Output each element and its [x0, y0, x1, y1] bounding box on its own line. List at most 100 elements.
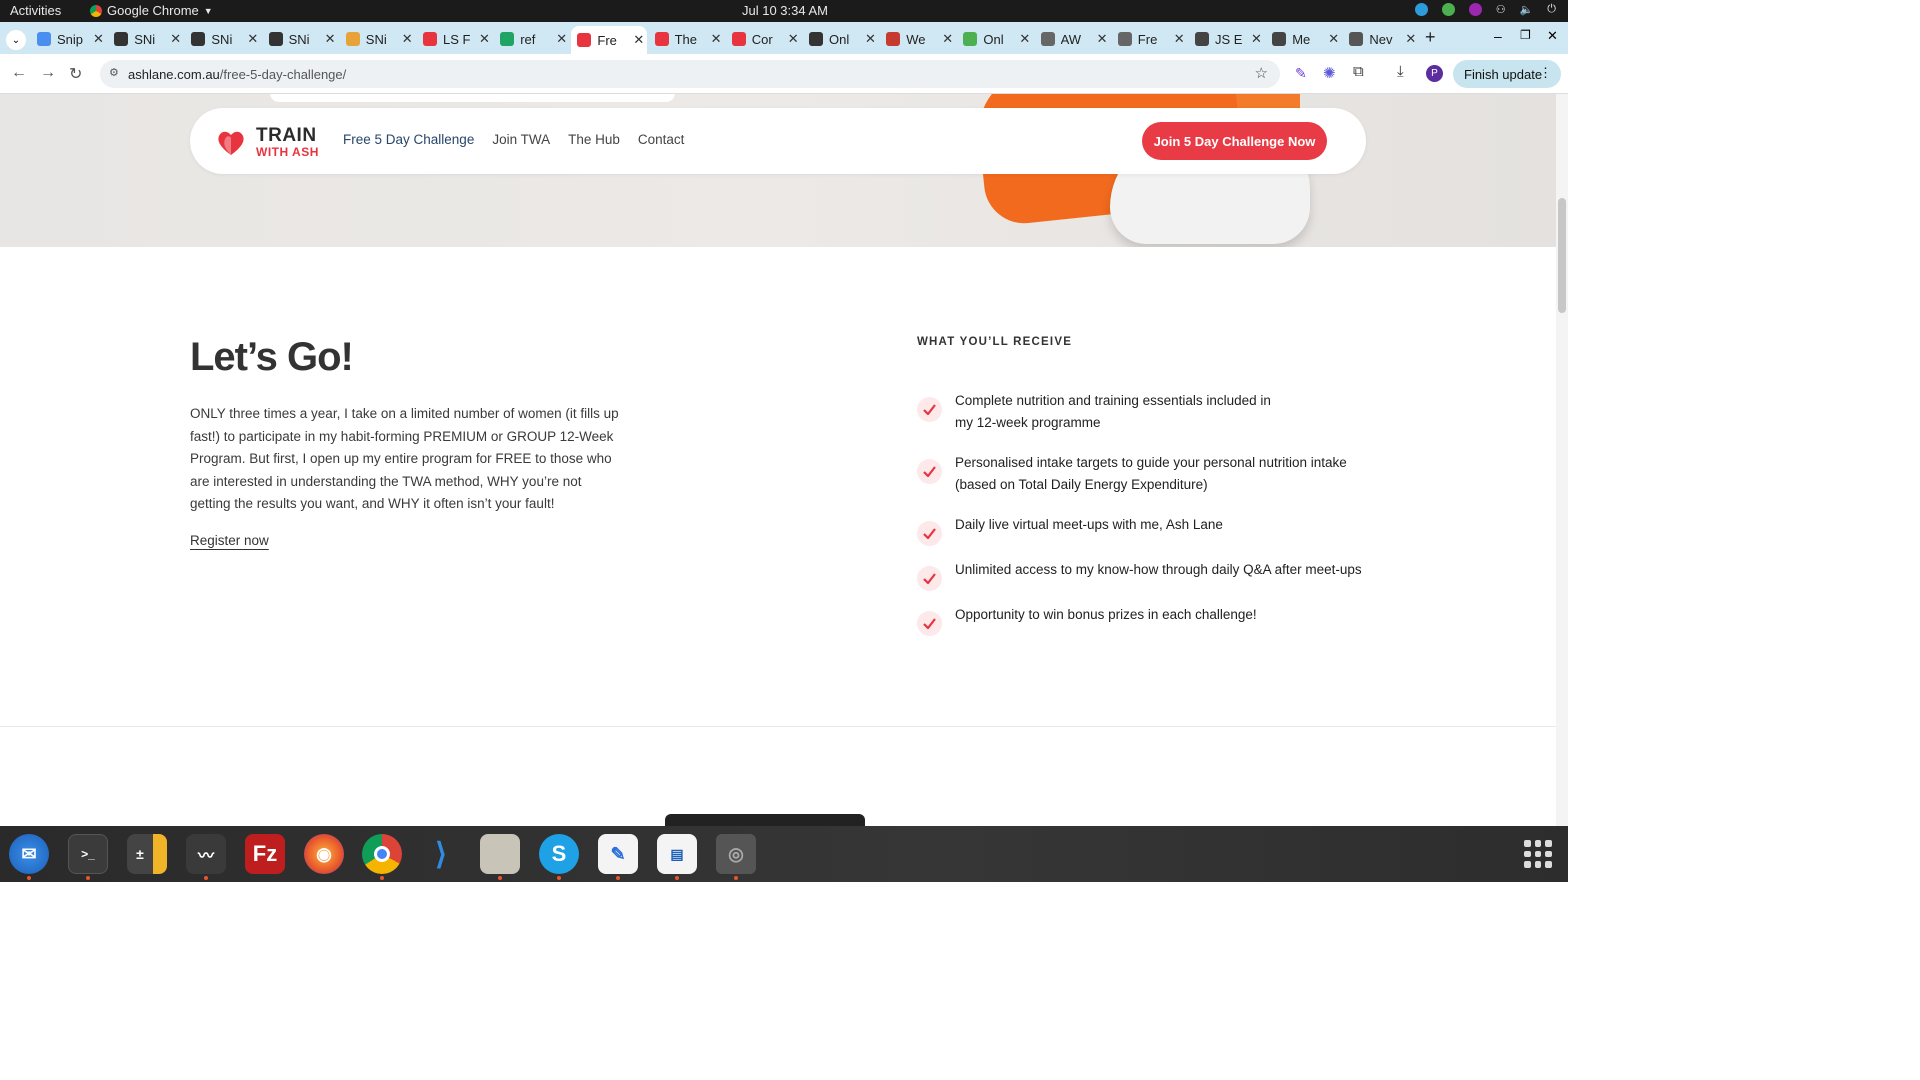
puzzle-icon[interactable]: ⧉: [1353, 63, 1364, 80]
nav-link-join-twa[interactable]: Join TWA: [492, 132, 550, 147]
system-tray[interactable]: ⚇ 🔈 ⏻: [1414, 3, 1556, 16]
site-info-icon[interactable]: ⚙: [109, 66, 119, 79]
tab-close-icon[interactable]: ✕: [170, 31, 181, 47]
join-challenge-button[interactable]: Join 5 Day Challenge Now: [1142, 122, 1327, 160]
back-icon[interactable]: ←: [11, 64, 27, 82]
browser-tab[interactable]: Onl ✕: [803, 26, 878, 52]
finish-update-button[interactable]: Finish update ⋮: [1453, 60, 1561, 88]
browser-tab[interactable]: SNi ✕: [108, 26, 183, 52]
tab-close-icon[interactable]: ✕: [711, 31, 722, 47]
tab-close-icon[interactable]: ✕: [93, 31, 104, 47]
tab-close-icon[interactable]: ✕: [942, 31, 953, 47]
running-indicator: [380, 876, 384, 880]
sync-icon[interactable]: [1414, 3, 1428, 16]
tab-favicon-icon: [345, 32, 360, 46]
tab-close-icon[interactable]: ✕: [1174, 31, 1185, 47]
browser-tab[interactable]: Cor ✕: [726, 26, 801, 52]
clock[interactable]: Jul 10 3:34 AM: [742, 3, 828, 18]
receive-item-text: Daily live virtual meet-ups with me, Ash…: [955, 517, 1223, 532]
tab-close-icon[interactable]: ✕: [788, 31, 799, 47]
power-icon[interactable]: ⏻: [1547, 3, 1556, 16]
browser-tab[interactable]: SNi ✕: [185, 26, 260, 52]
tab-search-icon[interactable]: ⌄: [6, 30, 26, 50]
nav-link-the-hub[interactable]: The Hub: [568, 132, 620, 147]
url-input[interactable]: ⚙ ashlane.com.au/free-5-day-challenge/ ☆: [100, 60, 1280, 88]
filezilla-icon[interactable]: Fz: [245, 834, 285, 874]
grid-dot: [1545, 840, 1552, 847]
skype-icon[interactable]: S: [539, 834, 579, 874]
tab-favicon-icon: [809, 32, 823, 46]
browser-tab[interactable]: ref ✕: [494, 26, 569, 52]
running-indicator: [675, 876, 679, 880]
pen-extension-icon[interactable]: ✎: [1295, 65, 1307, 82]
calculator-icon[interactable]: ±: [127, 834, 167, 874]
document-viewer-icon[interactable]: ▤: [657, 834, 697, 874]
tab-close-icon[interactable]: ✕: [1097, 31, 1108, 47]
download-icon[interactable]: ⤓: [1397, 63, 1404, 80]
app-indicator-icon[interactable]: [1468, 3, 1482, 16]
browser-tab[interactable]: SNi ✕: [263, 26, 338, 52]
tab-close-icon[interactable]: ✕: [325, 31, 336, 47]
terminal-icon[interactable]: >_: [68, 834, 108, 874]
tab-close-icon[interactable]: ✕: [865, 31, 876, 47]
tab-favicon-icon: [1040, 32, 1055, 46]
minimize-icon[interactable]: –: [1494, 28, 1502, 44]
browser-tab[interactable]: JS E ✕: [1189, 26, 1264, 52]
tab-label: SNi: [134, 31, 156, 47]
browser-tab[interactable]: Fre ✕: [1112, 26, 1187, 52]
tab-close-icon[interactable]: ✕: [556, 31, 567, 47]
tab-close-icon[interactable]: ✕: [247, 31, 258, 47]
hero-strip: [270, 94, 675, 102]
close-window-icon[interactable]: ✕: [1547, 28, 1558, 44]
tab-close-icon[interactable]: ✕: [402, 31, 413, 47]
browser-tab[interactable]: LS F ✕: [417, 26, 492, 52]
nav-link-free-challenge[interactable]: Free 5 Day Challenge: [343, 132, 474, 147]
activities-button[interactable]: Activities: [10, 3, 61, 18]
tab-close-icon[interactable]: ✕: [1019, 31, 1030, 47]
new-tab-button[interactable]: +: [1425, 27, 1436, 48]
tab-label: JS E: [1215, 31, 1243, 47]
browser-tab[interactable]: The ✕: [649, 26, 724, 52]
forward-icon[interactable]: →: [40, 64, 56, 82]
files-icon[interactable]: [480, 834, 520, 874]
browser-tab[interactable]: We ✕: [880, 26, 955, 52]
browser-tab[interactable]: SNi ✕: [340, 26, 415, 52]
chrome-dock-icon[interactable]: [362, 834, 402, 874]
thunderbird-icon[interactable]: ✉: [9, 834, 49, 874]
page-title: Let’s Go!: [190, 335, 354, 379]
scrollbar-thumb[interactable]: [1558, 198, 1566, 313]
app-menu[interactable]: Google Chrome ▼: [90, 3, 213, 18]
show-apps-icon[interactable]: [1524, 840, 1552, 868]
page-scrollbar[interactable]: [1556, 94, 1568, 826]
system-monitor-icon[interactable]: 〰: [186, 834, 226, 874]
network-icon[interactable]: ⚇: [1496, 3, 1506, 16]
disk-utility-icon[interactable]: ◎: [716, 834, 756, 874]
browser-tab[interactable]: Snip ✕: [31, 26, 106, 52]
reload-icon[interactable]: ↻: [69, 64, 82, 84]
more-menu-icon[interactable]: ⋮: [1539, 65, 1552, 81]
tab-close-icon[interactable]: ✕: [1251, 31, 1262, 47]
tab-close-icon[interactable]: ✕: [1405, 31, 1416, 47]
bookmark-star-icon[interactable]: ☆: [1255, 64, 1268, 82]
profile-avatar[interactable]: P: [1426, 65, 1443, 82]
browser-tab[interactable]: Nev ✕: [1343, 26, 1418, 52]
volume-icon[interactable]: 🔈: [1520, 3, 1534, 16]
browser-tab[interactable]: Onl ✕: [957, 26, 1032, 52]
register-now-link[interactable]: Register now: [190, 533, 269, 548]
tab-close-icon[interactable]: ✕: [479, 31, 490, 47]
text-editor-icon[interactable]: ✎: [598, 834, 638, 874]
tab-close-icon[interactable]: ✕: [633, 32, 644, 48]
tab-close-icon[interactable]: ✕: [1328, 31, 1339, 47]
extension-icon[interactable]: ✺: [1323, 64, 1336, 82]
browser-tab[interactable]: Me ✕: [1266, 26, 1341, 52]
firefox-icon[interactable]: ◉: [304, 834, 344, 874]
nav-link-contact[interactable]: Contact: [638, 132, 685, 147]
check-icon[interactable]: [1441, 3, 1455, 16]
tab-label: We: [906, 31, 926, 47]
browser-tab[interactable]: AW ✕: [1035, 26, 1110, 52]
vscode-icon[interactable]: ⟩: [421, 834, 461, 874]
site-logo[interactable]: TRAIN WITH ASH: [216, 126, 319, 158]
tab-favicon-icon: [1195, 32, 1209, 46]
maximize-icon[interactable]: ❐: [1520, 28, 1531, 42]
browser-tab[interactable]: Fre ✕: [571, 26, 647, 54]
